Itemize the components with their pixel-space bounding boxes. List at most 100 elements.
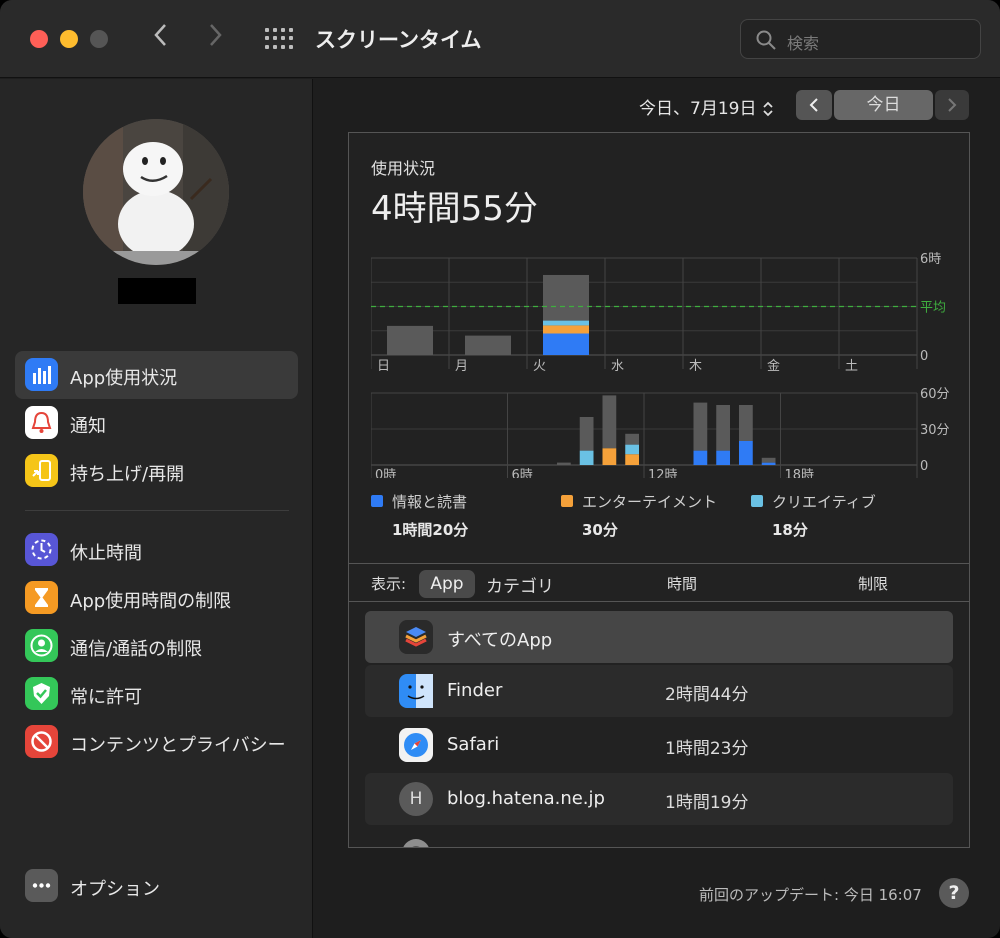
app-name: blog.hatena.ne.jp — [447, 788, 605, 809]
sidebar: App使用状況 通知 持ち上げ/再開 休止時間 App使用時間の制限 通信/通話… — [0, 79, 313, 938]
window-title: スクリーンタイム — [315, 28, 482, 52]
sidebar-item-app-limits[interactable]: App使用時間の制限 — [15, 574, 298, 622]
bar — [387, 325, 433, 355]
usage-total: 4時間55分 — [371, 189, 538, 229]
search-icon — [756, 30, 776, 50]
sidebar-item-downtime[interactable]: 休止時間 — [15, 526, 298, 574]
show-label: 表示: — [371, 575, 407, 593]
app-name: Safari — [447, 734, 500, 755]
sidebar-item-pickups[interactable]: 持ち上げ/再開 — [15, 447, 298, 495]
website-letter: H — [409, 789, 423, 809]
zoom-button[interactable] — [90, 30, 108, 48]
y-tick-label: 60分 — [920, 387, 950, 402]
pickup-icon — [25, 454, 58, 487]
bar — [543, 320, 589, 326]
x-tick-label: 18時 — [785, 468, 815, 478]
bar — [602, 395, 617, 449]
bar — [465, 335, 511, 355]
back-arrow-icon[interactable] — [152, 22, 170, 55]
bar — [739, 405, 753, 441]
bar — [625, 444, 639, 455]
x-tick-label: 0時 — [375, 468, 396, 478]
legend-label-info: 情報と読書 — [392, 493, 468, 511]
column-header-time[interactable]: 時間 — [667, 573, 697, 594]
downtime-icon — [25, 533, 58, 566]
sidebar-item-label: 通知 — [70, 416, 106, 437]
x-tick-label: 火 — [533, 359, 546, 371]
last-update-text: 前回のアップデート: 今日 16:07 — [699, 886, 922, 904]
usage-label: 使用状況 — [371, 159, 436, 178]
bar — [716, 405, 730, 451]
weekly-usage-chart[interactable]: 日 月 火 水 木 金 土 平均 6時 0 — [371, 251, 970, 371]
date-selector[interactable]: 今日、7月19日 — [639, 94, 774, 119]
average-label: 平均 — [920, 301, 946, 316]
bar — [579, 450, 594, 465]
usage-panel: 使用状況 4時間55分 日 月 火 水 木 金 土 平均 6時 0 0時 6時 12時 18時 60分 30… — [348, 132, 970, 848]
contact-icon — [25, 629, 58, 662]
x-tick-label: 土 — [845, 359, 858, 371]
sidebar-item-always-allowed[interactable]: 常に許可 — [15, 670, 298, 718]
app-time: 1時間23分 — [665, 739, 749, 759]
bar-chart-icon — [25, 358, 58, 391]
sidebar-item-label: App使用状況 — [70, 368, 178, 389]
screen-time-window: スクリーンタイム 検索 App使用状況 通知 持ち上げ/再開 休止時間 App使… — [0, 0, 1000, 938]
show-all-grid-icon[interactable] — [265, 28, 293, 50]
table-row-finder[interactable]: Finder 2時間44分 — [365, 665, 953, 717]
sidebar-item-content-privacy[interactable]: コンテンツとプライバシー — [15, 718, 298, 766]
table-row-partial[interactable] — [365, 827, 953, 847]
sidebar-item-app-usage[interactable]: App使用状況 — [15, 351, 298, 399]
next-day-button[interactable] — [935, 90, 969, 120]
y-tick-label: 6時 — [920, 252, 941, 267]
divider — [349, 563, 969, 564]
legend-swatch-entertainment — [561, 495, 573, 507]
hourly-usage-chart[interactable]: 0時 6時 12時 18時 60分 30分 0 — [371, 383, 970, 478]
table-row-all-apps[interactable]: すべてのApp — [365, 611, 953, 663]
sidebar-item-label: 持ち上げ/再開 — [70, 464, 185, 485]
minimize-button[interactable] — [60, 30, 78, 48]
sidebar-item-communication-limits[interactable]: 通信/通話の制限 — [15, 622, 298, 670]
legend-value-entertainment: 30分 — [582, 521, 618, 539]
close-button[interactable] — [30, 30, 48, 48]
bar — [739, 441, 753, 465]
options-button[interactable]: オプション — [15, 862, 298, 910]
checkmark-shield-icon — [25, 677, 58, 710]
bar — [557, 462, 571, 465]
website-icon: H — [399, 782, 433, 816]
tab-app[interactable]: App — [419, 570, 475, 598]
avatar[interactable] — [83, 119, 229, 265]
table-row-safari[interactable]: Safari 1時間23分 — [365, 719, 953, 771]
sidebar-item-notifications[interactable]: 通知 — [15, 399, 298, 447]
y-tick-label: 0 — [920, 349, 928, 364]
y-tick-label: 30分 — [920, 423, 950, 438]
app-name: すべてのApp — [447, 630, 553, 651]
main-content: 今日、7月19日 今日 使用状況 4時間55分 日 月 火 水 木 金 土 平均 6時 0 0時 6… — [314, 79, 1000, 938]
bar — [543, 274, 589, 321]
chevron-left-icon — [809, 98, 818, 112]
legend-label-creative: クリエイティブ — [772, 493, 876, 511]
y-tick-label: 0 — [920, 459, 928, 474]
bar — [579, 417, 594, 451]
user-name-redacted — [118, 278, 196, 304]
help-button[interactable]: ? — [939, 878, 969, 908]
column-header-limit[interactable]: 制限 — [858, 573, 888, 594]
search-field[interactable]: 検索 — [740, 19, 981, 59]
sidebar-item-label: App使用時間の制限 — [70, 591, 232, 612]
bar — [761, 462, 776, 465]
restriction-icon — [25, 725, 58, 758]
x-tick-label: 木 — [689, 359, 702, 371]
forward-arrow-icon[interactable] — [206, 22, 224, 55]
hourglass-icon — [25, 581, 58, 614]
bar — [602, 448, 617, 465]
tab-category[interactable]: カテゴリ — [486, 572, 554, 597]
bar — [693, 402, 708, 451]
table-row-website[interactable]: H blog.hatena.ne.jp 1時間19分 — [365, 773, 953, 825]
divider — [349, 601, 969, 602]
x-tick-label: 6時 — [512, 468, 533, 478]
bar — [716, 450, 730, 465]
today-button[interactable]: 今日 — [834, 90, 933, 120]
title-bar: スクリーンタイム 検索 — [0, 0, 1000, 78]
x-tick-label: 月 — [455, 359, 468, 371]
sidebar-item-label: 休止時間 — [70, 543, 142, 564]
sidebar-item-label: 常に許可 — [70, 687, 142, 708]
previous-day-button[interactable] — [796, 90, 832, 120]
